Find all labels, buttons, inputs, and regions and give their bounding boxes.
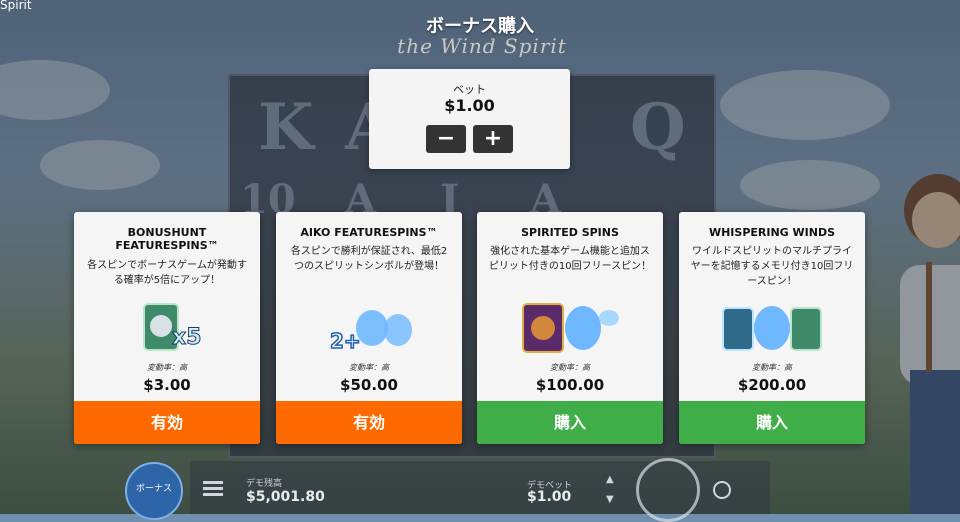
autoplay-icon[interactable] [713, 481, 731, 499]
spirit-2plus-icon: 2+ [329, 310, 412, 354]
bet-down-arrow-icon[interactable]: ▼ [606, 494, 614, 505]
card-price: $100.00 [535, 376, 605, 394]
bonus-buy-button[interactable]: ボーナス [125, 462, 183, 520]
card-price: $3.00 [143, 376, 191, 394]
spirited-spins-icon [522, 303, 619, 353]
buy-button[interactable]: 購入 [679, 401, 865, 444]
app-title: Spirit [0, 0, 32, 12]
menu-icon[interactable] [203, 481, 223, 497]
page-title: ボーナス購入 [426, 16, 534, 37]
bet-increase-button[interactable]: + [473, 125, 513, 153]
spin-button[interactable] [636, 458, 700, 522]
multiplier-badge: 2+ [330, 329, 361, 353]
card-volatility: 変動率：高 [752, 363, 792, 372]
bet-panel: ベット $1.00 − + [369, 69, 570, 169]
card-title: BONUSHUNT FEATURESPINS™ [115, 226, 219, 252]
bet-label: ベット [453, 83, 486, 96]
bonus-card-spirited-spins: SPIRITED SPINS 強化された基本ゲーム機能と追加スピリット付きの10… [477, 212, 663, 444]
bonus-card-aiko: AIKO FEATURESPINS™ 各スピンで勝利が保証され、最低2つのスピリ… [276, 212, 462, 444]
demo-bet-value: $1.00 [527, 489, 572, 505]
bet-up-arrow-icon[interactable]: ▲ [606, 474, 614, 485]
card-description: 各スピンで勝利が保証され、最低2つのスピリットシンボルが登場！ [290, 246, 448, 272]
whispering-winds-icon [722, 306, 822, 351]
activate-button[interactable]: 有効 [74, 401, 260, 444]
multiplier-badge: x5 [172, 325, 202, 350]
card-description: ワイルドスピリットのマルチプライヤーを記憶するメモリ付き10回フリースピン！ [690, 246, 854, 287]
balance-label: デモ残高 [246, 479, 283, 489]
card-volatility: 変動率：高 [349, 363, 389, 372]
activate-button[interactable]: 有効 [276, 401, 462, 444]
card-title: WHISPERING WINDS [708, 226, 836, 239]
bonus-card-whispering-winds: WHISPERING WINDS ワイルドスピリットのマルチプライヤーを記憶する… [679, 212, 865, 444]
balance-value: $5,001.80 [246, 489, 325, 505]
bonus-card-bonushunt: BONUSHUNT FEATURESPINS™ 各スピンでボーナスゲームが発動す… [74, 212, 260, 444]
bet-value: $1.00 [444, 96, 495, 115]
bet-decrease-button[interactable]: − [426, 125, 466, 153]
card-volatility: 変動率：高 [147, 363, 187, 372]
card-title: SPIRITED SPINS [521, 226, 619, 239]
buy-button[interactable]: 購入 [477, 401, 663, 444]
scatter-x5-icon: x5 [143, 303, 202, 351]
card-price: $200.00 [737, 376, 807, 394]
card-title: AIKO FEATURESPINS™ [300, 226, 438, 239]
card-price: $50.00 [340, 376, 398, 394]
card-description: 強化された基本ゲーム機能と追加スピリット付きの10回フリースピン！ [488, 246, 652, 272]
card-description: 各スピンでボーナスゲームが発動する確率が5倍にアップ！ [87, 260, 247, 286]
card-volatility: 変動率：高 [550, 363, 590, 372]
